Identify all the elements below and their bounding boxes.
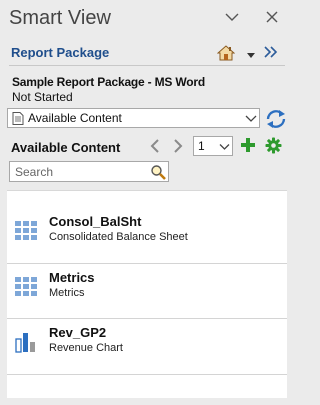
home-button[interactable] (216, 44, 236, 62)
chevron-right-icon (174, 139, 183, 153)
content-settings-button[interactable] (265, 137, 282, 154)
panel-options-button[interactable] (222, 9, 242, 27)
list-item[interactable]: Consol_BalSht Consolidated Balance Sheet (7, 210, 287, 266)
more-options-button[interactable] (263, 45, 279, 59)
search-input[interactable] (10, 162, 146, 181)
dropdown-arrow-icon (247, 53, 255, 58)
document-icon (12, 112, 24, 125)
double-chevron-right-icon (264, 46, 278, 58)
list-divider (7, 318, 287, 319)
grid-report-icon (15, 221, 37, 240)
smart-view-panel: Smart View Report Package Sample Report … (0, 0, 294, 405)
panel-close-button[interactable] (262, 9, 282, 27)
package-name: Sample Report Package - MS Word (12, 75, 205, 89)
item-name: Rev_GP2 (49, 325, 107, 340)
panel-titlebar: Smart View (0, 0, 294, 38)
search-field[interactable] (9, 161, 169, 182)
chevron-down-icon (245, 115, 257, 122)
item-description: Revenue Chart (49, 342, 123, 354)
chevron-down-icon (219, 144, 230, 150)
chevron-left-icon (150, 139, 159, 153)
home-icon (216, 45, 236, 61)
home-dropdown-button[interactable] (246, 47, 256, 58)
header-divider (9, 65, 285, 66)
panel-title: Smart View (9, 7, 111, 29)
next-page-button[interactable] (171, 138, 185, 154)
item-name: Consol_BalSht (49, 214, 142, 229)
gear-icon (265, 137, 282, 154)
chevron-down-icon (225, 13, 239, 21)
bar-chart-icon (15, 333, 35, 353)
list-item[interactable]: Rev_GP2 Revenue Chart (7, 321, 287, 377)
refresh-icon (266, 110, 286, 128)
add-content-button[interactable] (240, 137, 256, 153)
content-view-select[interactable]: Available Content (7, 108, 260, 128)
search-icon[interactable] (150, 164, 166, 180)
item-description: Metrics (49, 287, 85, 299)
available-content-title: Available Content (11, 140, 121, 155)
item-description: Consolidated Balance Sheet (49, 231, 188, 243)
close-icon (266, 11, 278, 23)
content-view-select-value: Available Content (28, 111, 122, 125)
list-divider (7, 263, 287, 264)
plus-icon (241, 138, 255, 152)
item-name: Metrics (49, 270, 95, 285)
previous-page-button[interactable] (148, 138, 162, 154)
list-divider (7, 374, 287, 375)
page-number-select[interactable]: 1 (193, 136, 233, 156)
grid-report-icon (15, 277, 37, 296)
refresh-button[interactable] (264, 108, 288, 130)
page-number-value: 1 (198, 139, 205, 153)
package-status: Not Started (12, 90, 73, 104)
report-package-link[interactable]: Report Package (11, 45, 109, 60)
list-item[interactable]: Metrics Metrics (7, 266, 287, 322)
